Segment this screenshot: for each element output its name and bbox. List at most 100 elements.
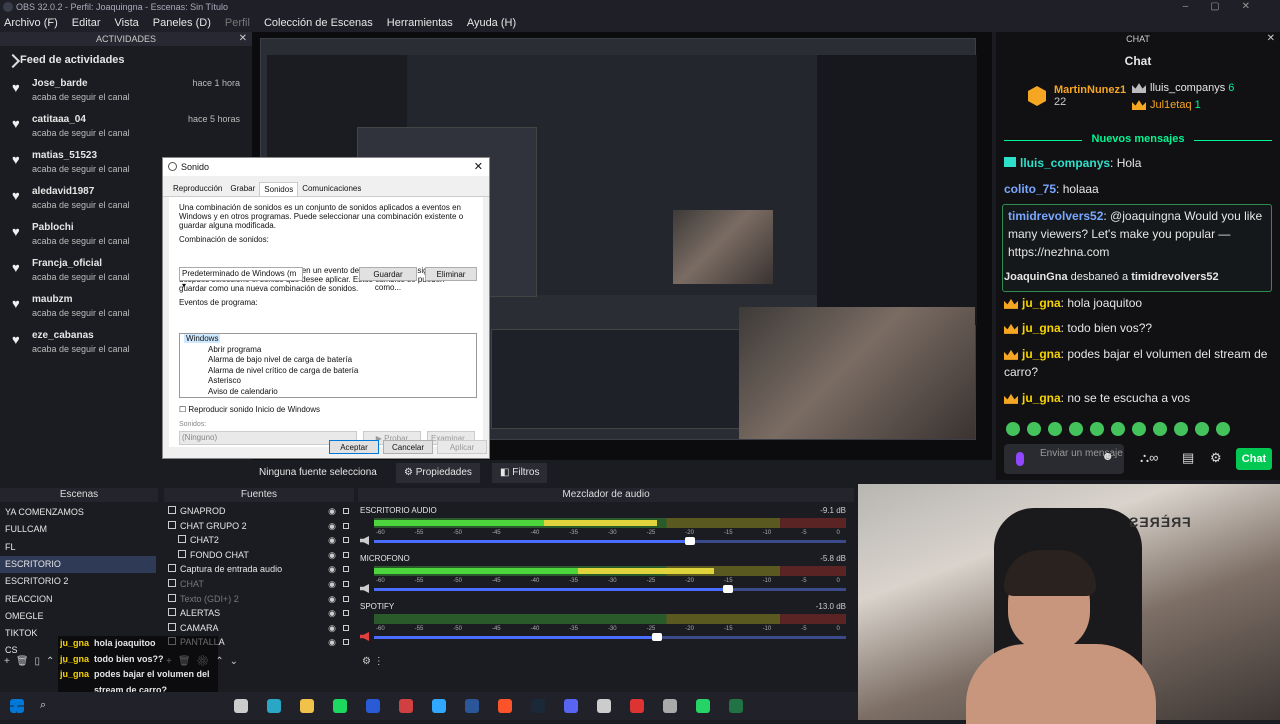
taskbar-app-icon[interactable] bbox=[498, 699, 512, 713]
volume-knob[interactable] bbox=[652, 633, 663, 641]
close-icon[interactable]: ✕ bbox=[1267, 32, 1275, 46]
event-item[interactable]: Aviso de calendario bbox=[180, 387, 476, 398]
lock-icon[interactable] bbox=[343, 624, 349, 631]
volume-slider[interactable] bbox=[374, 537, 846, 545]
window-controls[interactable]: –▢✕ bbox=[1183, 0, 1272, 14]
visibility-eye-icon[interactable]: ◉ bbox=[328, 533, 336, 548]
scene-item[interactable]: ESCRITORIO bbox=[0, 555, 156, 573]
visibility-eye-icon[interactable]: ◉ bbox=[328, 606, 336, 621]
emote-icon[interactable] bbox=[1027, 422, 1041, 436]
tab-recording[interactable]: Grabar bbox=[226, 182, 259, 196]
source-item[interactable]: CAMARA ◉ bbox=[166, 621, 352, 636]
taskbar-app-icon[interactable] bbox=[729, 699, 743, 713]
source-item[interactable]: Captura de entrada audio ◉ bbox=[166, 562, 352, 577]
taskbar-app-icon[interactable] bbox=[696, 699, 710, 713]
source-item[interactable]: ALERTAS ◉ bbox=[166, 606, 352, 621]
tab-playback[interactable]: Reproducción bbox=[169, 182, 226, 196]
event-item[interactable]: Abrir programa bbox=[180, 345, 476, 356]
taskbar-app-icon[interactable] bbox=[465, 699, 479, 713]
save-as-button[interactable]: Guardar como... bbox=[359, 267, 417, 292]
events-list[interactable]: Windows Abrir programa Alarma de bajo ni… bbox=[179, 333, 477, 398]
visibility-eye-icon[interactable]: ◉ bbox=[328, 562, 336, 577]
lock-icon[interactable] bbox=[343, 595, 349, 602]
taskbar-app-icon[interactable] bbox=[597, 699, 611, 713]
taskbar-app-icon[interactable] bbox=[432, 699, 446, 713]
emote-icon[interactable] bbox=[1174, 422, 1188, 436]
taskbar-app-icon[interactable] bbox=[531, 699, 545, 713]
volume-slider[interactable] bbox=[374, 585, 846, 593]
taskbar-app-icon[interactable] bbox=[267, 699, 281, 713]
speaker-icon[interactable] bbox=[360, 584, 369, 593]
lock-icon[interactable] bbox=[343, 537, 349, 544]
emote-icon[interactable] bbox=[1153, 422, 1167, 436]
menu-profile[interactable]: Perfil bbox=[225, 14, 250, 32]
emote-icon[interactable] bbox=[1111, 422, 1125, 436]
lock-icon[interactable] bbox=[343, 522, 349, 529]
taskbar-app-icon[interactable] bbox=[564, 699, 578, 713]
visibility-eye-icon[interactable]: ◉ bbox=[328, 504, 336, 519]
source-item[interactable]: Texto (GDI+) 2 ◉ bbox=[166, 592, 352, 607]
visibility-eye-icon[interactable]: ◉ bbox=[328, 592, 336, 607]
source-item[interactable]: CHAT2 ◉ bbox=[166, 533, 352, 548]
source-item[interactable]: FONDO CHAT ◉ bbox=[166, 548, 352, 563]
chat-input[interactable]: Enviar un mensaje ☻ bbox=[1004, 444, 1124, 474]
emote-icon[interactable] bbox=[1090, 422, 1104, 436]
speaker-icon[interactable] bbox=[360, 632, 369, 641]
visibility-eye-icon[interactable]: ◉ bbox=[328, 621, 336, 636]
tab-sounds[interactable]: Sonidos bbox=[259, 182, 299, 196]
lock-icon[interactable] bbox=[343, 639, 349, 646]
menu-file[interactable]: Archivo (F) bbox=[4, 14, 58, 32]
scene-item[interactable]: OMEGLE bbox=[0, 608, 156, 625]
lock-icon[interactable] bbox=[343, 610, 349, 617]
close-icon[interactable]: ✕ bbox=[239, 32, 247, 46]
tab-communications[interactable]: Comunicaciones bbox=[298, 182, 365, 196]
taskbar-app-icon[interactable] bbox=[663, 699, 677, 713]
scheme-select[interactable]: Predeterminado de Windows (m ▾ bbox=[179, 267, 303, 290]
menu-help[interactable]: Ayuda (H) bbox=[467, 14, 516, 32]
event-item[interactable]: Alarma de bajo nivel de carga de batería bbox=[180, 355, 476, 366]
emote-icon[interactable] bbox=[1048, 422, 1062, 436]
mixer-controls[interactable]: ⚙ ⋮ bbox=[362, 656, 384, 667]
emote-icon[interactable] bbox=[1132, 422, 1146, 436]
filters-button[interactable]: ◧ Filtros bbox=[492, 463, 548, 483]
visibility-eye-icon[interactable]: ◉ bbox=[328, 548, 336, 563]
scene-item[interactable]: YA COMENZAMOS bbox=[0, 504, 156, 521]
gear-icon[interactable]: ⚙ bbox=[1210, 450, 1222, 466]
emote-icon[interactable] bbox=[1069, 422, 1083, 436]
volume-knob[interactable] bbox=[723, 585, 733, 593]
menu-docks[interactable]: Paneles (D) bbox=[153, 14, 211, 32]
scene-item[interactable]: FL bbox=[0, 539, 156, 556]
visibility-eye-icon[interactable]: ◉ bbox=[328, 635, 336, 650]
volume-slider[interactable] bbox=[374, 633, 846, 641]
emoji-icon[interactable]: ☻ bbox=[1101, 450, 1114, 462]
emote-icon[interactable] bbox=[1006, 422, 1020, 436]
visibility-eye-icon[interactable]: ◉ bbox=[328, 519, 336, 534]
lock-icon[interactable] bbox=[343, 581, 349, 587]
taskbar-app-icon[interactable] bbox=[399, 699, 413, 713]
menu-tools[interactable]: Herramientas bbox=[387, 14, 453, 32]
delete-button[interactable]: Eliminar bbox=[425, 267, 477, 281]
event-item[interactable]: Asterisco bbox=[180, 376, 476, 387]
speaker-icon[interactable] bbox=[360, 536, 369, 545]
lock-icon[interactable] bbox=[343, 508, 349, 514]
cancel-button[interactable]: Cancelar bbox=[383, 440, 433, 454]
menu-edit[interactable]: Editar bbox=[72, 14, 101, 32]
source-item[interactable]: CHAT GRUPO 2 ◉ bbox=[166, 519, 352, 534]
source-item[interactable]: GNAPROD ◉ bbox=[166, 504, 352, 519]
visibility-eye-icon[interactable]: ◉ bbox=[328, 577, 336, 592]
windows-start-icon[interactable] bbox=[10, 699, 24, 713]
taskbar-app-icon[interactable] bbox=[333, 699, 347, 713]
scene-item[interactable]: FULLCAM bbox=[0, 521, 156, 538]
event-item[interactable]: Alarma de nivel crítico de carga de bate… bbox=[180, 366, 476, 377]
store-icon[interactable]: ▤ bbox=[1182, 450, 1194, 466]
scene-item[interactable]: REACCION bbox=[0, 591, 156, 608]
emote-icon[interactable] bbox=[1195, 422, 1209, 436]
source-item[interactable]: CHAT ◉ bbox=[166, 577, 352, 592]
lock-icon[interactable] bbox=[343, 551, 349, 558]
taskbar-app-icon[interactable] bbox=[234, 699, 248, 713]
menu-scene-collection[interactable]: Colección de Escenas bbox=[264, 14, 373, 32]
channel-points-icon[interactable]: ⛬∞ bbox=[1140, 450, 1158, 466]
taskbar-app-icon[interactable] bbox=[300, 699, 314, 713]
search-icon[interactable]: ⌕ bbox=[40, 699, 54, 713]
volume-knob[interactable] bbox=[685, 537, 696, 545]
